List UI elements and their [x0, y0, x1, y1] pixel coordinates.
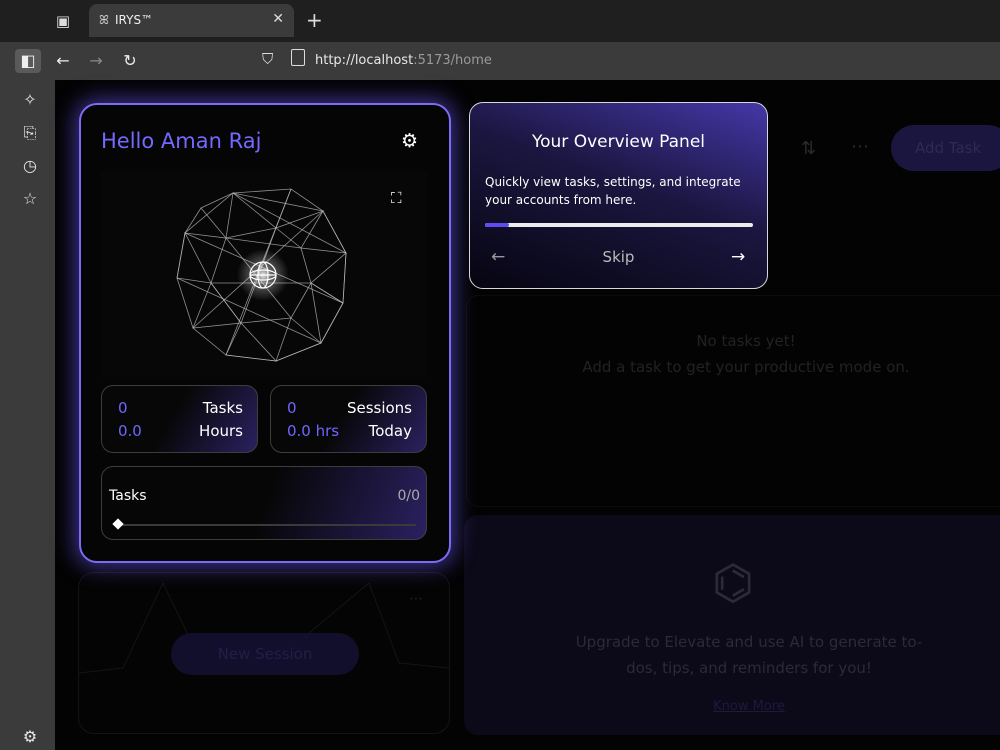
tour-progress-bar: [485, 223, 753, 227]
url-path: :5173/home: [413, 53, 492, 68]
sessions-count: 0: [287, 399, 297, 417]
arrow-right-icon[interactable]: →: [731, 247, 745, 267]
empty-state-title: No tasks yet!: [696, 332, 796, 350]
new-tab-button[interactable]: +: [306, 8, 323, 32]
history-icon[interactable]: ◷: [18, 154, 42, 178]
forward-arrow-icon[interactable]: →: [83, 49, 109, 73]
upgrade-text-line1: Upgrade to Elevate and use AI to generat…: [575, 633, 923, 651]
today-label: Today: [368, 422, 412, 440]
sessions-label: Sessions: [346, 399, 412, 417]
gear-icon[interactable]: ⚙: [401, 130, 418, 152]
tasks-progress-card: Tasks 0/0: [101, 466, 427, 540]
browser-tab-bar: ▣ ꕤ IRYS™ ✕ +: [0, 0, 1000, 42]
progress-track: [114, 524, 416, 526]
hours-value: 0.0: [118, 422, 142, 440]
browser-sidebar: ✧ ⎘ ◷ ☆ ⚙: [0, 80, 55, 750]
know-more-link[interactable]: Know More: [464, 699, 1000, 714]
session-panel: ⋯ New Session: [78, 572, 450, 734]
back-arrow-icon[interactable]: ←: [50, 49, 76, 73]
address-bar[interactable]: http://localhost:5173/home: [315, 53, 492, 68]
browser-toolbar: ◧ ← → ↻: [0, 42, 1000, 80]
page-icon: [291, 49, 305, 66]
overview-title: Your Overview Panel: [532, 132, 705, 152]
orb-visual: ⛶: [101, 171, 427, 377]
sparkle-icon[interactable]: ✧: [18, 88, 42, 112]
session-more-icon[interactable]: ⋯: [409, 591, 423, 607]
tasks-count: 0: [118, 399, 128, 417]
progress-count: 0/0: [397, 488, 420, 504]
empty-state-subtitle: Add a task to get your productive mode o…: [582, 358, 910, 376]
tasks-hours-stat: 0 Tasks 0.0 Hours: [101, 385, 258, 453]
sort-icon[interactable]: ⇅: [801, 138, 816, 159]
profile-card: Hello Aman Raj ⚙ ⛶ 0 Tasks 0.0 Hours 0 S…: [79, 103, 451, 563]
progress-thumb[interactable]: [112, 518, 124, 530]
tab-favicon: ꕤ: [99, 13, 109, 27]
settings-icon[interactable]: ⚙: [18, 725, 42, 749]
new-session-button[interactable]: New Session: [171, 633, 359, 675]
tasks-panel: [466, 295, 1000, 507]
close-tab-icon[interactable]: ✕: [272, 11, 284, 27]
more-icon[interactable]: ⋯: [851, 136, 870, 157]
add-task-button[interactable]: Add Task: [891, 125, 1000, 171]
upgrade-text-line2: dos, tips, and reminders for you!: [626, 659, 872, 677]
hours-label: Hours: [199, 422, 243, 440]
overview-tour-popover: Your Overview Panel Quickly view tasks, …: [469, 102, 768, 289]
progress-label: Tasks: [109, 488, 147, 504]
star-icon[interactable]: ☆: [18, 187, 42, 211]
greeting: Hello Aman Raj: [101, 129, 262, 153]
browser-tab[interactable]: ꕤ IRYS™ ✕: [89, 4, 294, 37]
tab-title: IRYS™: [115, 13, 154, 27]
overview-description: Quickly view tasks, settings, and integr…: [485, 175, 741, 207]
upgrade-panel: ⌬ Upgrade to Elevate and use AI to gener…: [464, 515, 1000, 735]
today-value: 0.0 hrs: [287, 422, 340, 440]
sessions-today-stat: 0 Sessions 0.0 hrs Today: [270, 385, 427, 453]
sidebar-toggle-icon[interactable]: ◧: [15, 49, 41, 73]
reload-icon[interactable]: ↻: [117, 49, 143, 73]
wireframe-orb: [176, 188, 347, 362]
url-host: http://localhost: [315, 53, 414, 68]
tab-manager-icon[interactable]: ▣: [52, 10, 74, 32]
tour-progress-fill: [485, 223, 510, 227]
tasks-label: Tasks: [202, 399, 243, 417]
molecule-icon: ⌬: [712, 555, 754, 611]
expand-icon[interactable]: ⛶: [391, 189, 402, 207]
shield-icon[interactable]: ⛉: [262, 50, 273, 68]
save-icon[interactable]: ⎘: [18, 121, 42, 145]
skip-button[interactable]: Skip: [470, 248, 767, 266]
